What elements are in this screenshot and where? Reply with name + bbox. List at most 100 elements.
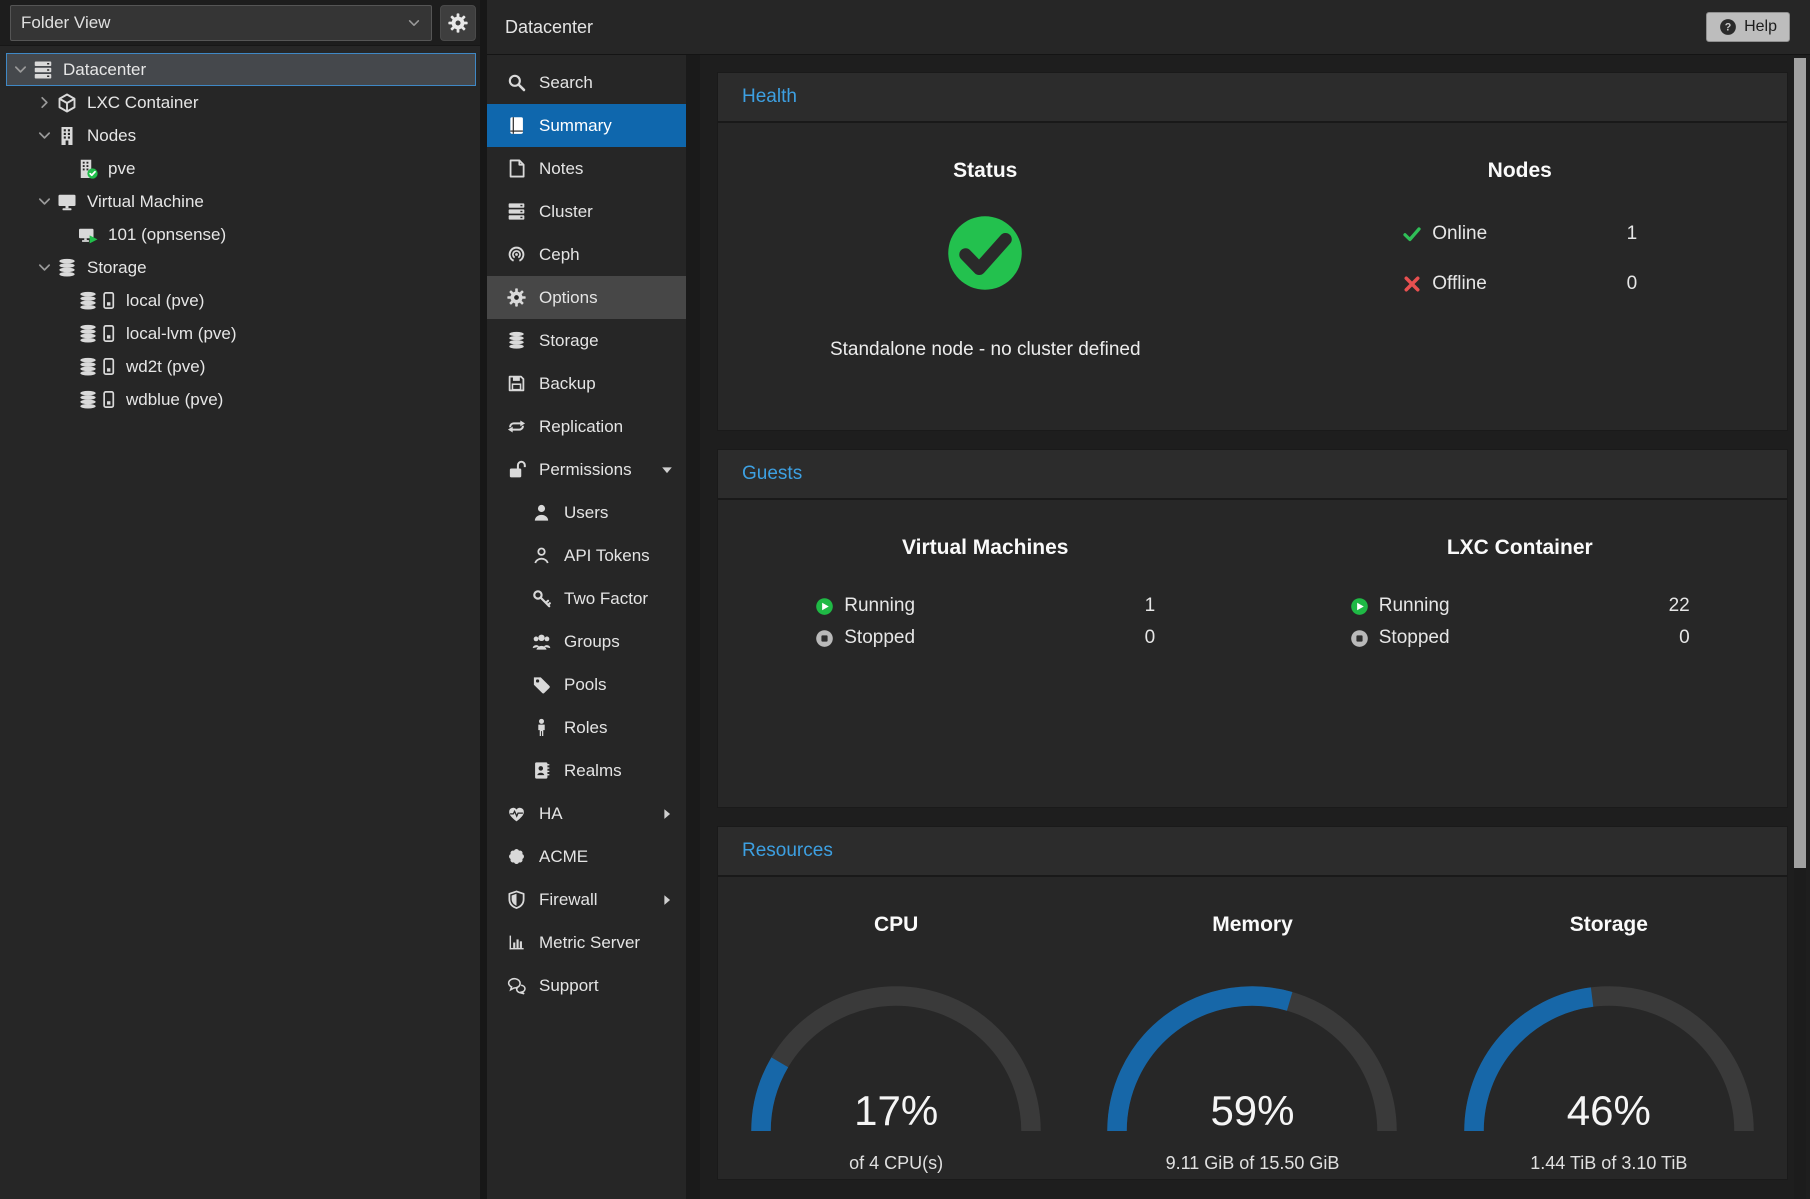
- building-icon: [57, 126, 77, 146]
- nav-item-groups[interactable]: Groups: [487, 620, 686, 663]
- vm-heading: Virtual Machines: [718, 536, 1253, 560]
- lxc-running-label: Running: [1379, 595, 1450, 617]
- caret-right-icon: [660, 807, 674, 821]
- repeat-icon: [507, 417, 526, 436]
- storage-heading: Storage: [1431, 913, 1787, 937]
- nav-item-api-tokens[interactable]: API Tokens: [487, 534, 686, 577]
- nav-item-permissions[interactable]: Permissions: [487, 448, 686, 491]
- unlock-icon: [507, 460, 526, 479]
- nav-item-summary[interactable]: Summary: [487, 104, 686, 147]
- memory-detail: 9.11 GiB of 15.50 GiB: [1074, 1153, 1430, 1174]
- vm-running-label: Running: [844, 595, 915, 617]
- nav-item-cluster[interactable]: Cluster: [487, 190, 686, 233]
- cpu-gauge: 17%: [746, 981, 1046, 1137]
- drive-icon: [100, 391, 117, 408]
- lxc-running-count: 22: [1669, 595, 1690, 617]
- nav-item-firewall[interactable]: Firewall: [487, 878, 686, 921]
- tree-item-lxc-container[interactable]: LXC Container: [6, 86, 476, 119]
- question-circle-icon: [1719, 18, 1737, 36]
- tree-item-label: pve: [108, 159, 135, 179]
- tree-item-storage-wd2t[interactable]: wd2t (pve): [6, 350, 476, 383]
- topbar: Datacenter Help: [487, 0, 1810, 55]
- nodes-offline-row: Offline 0: [1402, 259, 1637, 309]
- datacenter-nav-menu: Search Summary Notes Cluster Ceph Option…: [487, 55, 700, 1199]
- nav-item-roles[interactable]: Roles: [487, 706, 686, 749]
- nav-item-users[interactable]: Users: [487, 491, 686, 534]
- view-mode-select[interactable]: Folder View: [10, 5, 432, 41]
- tree-item-label: local-lvm (pve): [126, 324, 237, 344]
- tree-item-storage[interactable]: Storage: [6, 251, 476, 284]
- page-title: Datacenter: [505, 17, 593, 38]
- caret-right-icon[interactable]: [37, 95, 52, 110]
- tree-item-label: Datacenter: [63, 60, 146, 80]
- lxc-stopped-label: Stopped: [1379, 627, 1450, 649]
- book-icon: [507, 116, 526, 135]
- status-column: Status Standalone node - no cluster defi…: [718, 123, 1253, 430]
- database-icon: [78, 291, 98, 311]
- tree-item-label: local (pve): [126, 291, 204, 311]
- user-icon: [532, 503, 551, 522]
- database-icon: [57, 258, 77, 278]
- tree-item-virtual-machine[interactable]: Virtual Machine: [6, 185, 476, 218]
- cluster-status-message: Standalone node - no cluster defined: [718, 339, 1253, 361]
- cpu-heading: CPU: [718, 913, 1074, 937]
- tree-item-label: 101 (opnsense): [108, 225, 226, 245]
- cube-icon: [57, 93, 77, 113]
- lxc-column: LXC Container Running 22 Stopped 0: [1253, 500, 1788, 807]
- heartbeat-icon: [507, 804, 526, 823]
- vm-stopped-label: Stopped: [844, 627, 915, 649]
- scrollbar-thumb[interactable]: [1794, 58, 1806, 868]
- building-check-icon: [78, 159, 98, 179]
- lxc-running-row: Running 22: [1350, 590, 1690, 622]
- tree-item-datacenter[interactable]: Datacenter: [6, 53, 476, 86]
- caret-down-icon[interactable]: [37, 260, 52, 275]
- tree-item-vm-101[interactable]: 101 (opnsense): [6, 218, 476, 251]
- nav-item-options[interactable]: Options: [487, 276, 686, 319]
- main-area: Datacenter Help Search Summary Notes Clu…: [487, 0, 1810, 1199]
- tree-item-nodes[interactable]: Nodes: [6, 119, 476, 152]
- caret-down-icon[interactable]: [37, 128, 52, 143]
- caret-down-icon[interactable]: [37, 194, 52, 209]
- server-stack-icon: [507, 202, 526, 221]
- tree-settings-button[interactable]: [440, 5, 476, 41]
- nav-item-two-factor[interactable]: Two Factor: [487, 577, 686, 620]
- nav-item-support[interactable]: Support: [487, 964, 686, 1007]
- nav-item-backup[interactable]: Backup: [487, 362, 686, 405]
- gear-icon: [507, 288, 526, 307]
- offline-count: 0: [1627, 273, 1638, 295]
- resource-tree: Datacenter LXC Container Nodes pve Virtu…: [0, 46, 480, 1199]
- nav-item-acme[interactable]: ACME: [487, 835, 686, 878]
- vm-running-row: Running 1: [815, 590, 1155, 622]
- health-panel-title: Health: [718, 73, 1787, 123]
- vertical-scrollbar[interactable]: [1794, 58, 1806, 1199]
- vm-running-count: 1: [1145, 595, 1156, 617]
- database-icon: [78, 324, 98, 344]
- nav-item-notes[interactable]: Notes: [487, 147, 686, 190]
- resource-tree-sidebar: Folder View Datacenter LXC Container Nod…: [0, 0, 487, 1199]
- nodes-online-row: Online 1: [1402, 209, 1637, 259]
- caret-down-icon[interactable]: [13, 62, 28, 77]
- nav-item-search[interactable]: Search: [487, 61, 686, 104]
- tree-item-label: wdblue (pve): [126, 390, 223, 410]
- nav-item-replication[interactable]: Replication: [487, 405, 686, 448]
- cpu-gauge-column: CPU 17% of 4 CPU(s): [718, 877, 1074, 1179]
- check-circle-icon: [943, 211, 1027, 295]
- nav-item-realms[interactable]: Realms: [487, 749, 686, 792]
- nav-item-pools[interactable]: Pools: [487, 663, 686, 706]
- gear-icon: [448, 13, 468, 33]
- tree-item-pve[interactable]: pve: [6, 152, 476, 185]
- nav-item-storage[interactable]: Storage: [487, 319, 686, 362]
- tree-item-storage-local-lvm[interactable]: local-lvm (pve): [6, 317, 476, 350]
- help-button[interactable]: Help: [1706, 12, 1790, 42]
- nav-item-metric-server[interactable]: Metric Server: [487, 921, 686, 964]
- tree-item-storage-wdblue[interactable]: wdblue (pve): [6, 383, 476, 416]
- memory-gauge-column: Memory 59% 9.11 GiB of 15.50 GiB: [1074, 877, 1430, 1179]
- nav-item-ceph[interactable]: Ceph: [487, 233, 686, 276]
- tree-item-storage-local[interactable]: local (pve): [6, 284, 476, 317]
- cpu-percent: 17%: [746, 1087, 1046, 1135]
- nav-item-ha[interactable]: HA: [487, 792, 686, 835]
- address-book-icon: [532, 761, 551, 780]
- resources-panel: Resources CPU 17% of 4 CPU(s): [717, 826, 1788, 1180]
- server-stack-icon: [33, 60, 53, 80]
- caret-right-icon: [660, 893, 674, 907]
